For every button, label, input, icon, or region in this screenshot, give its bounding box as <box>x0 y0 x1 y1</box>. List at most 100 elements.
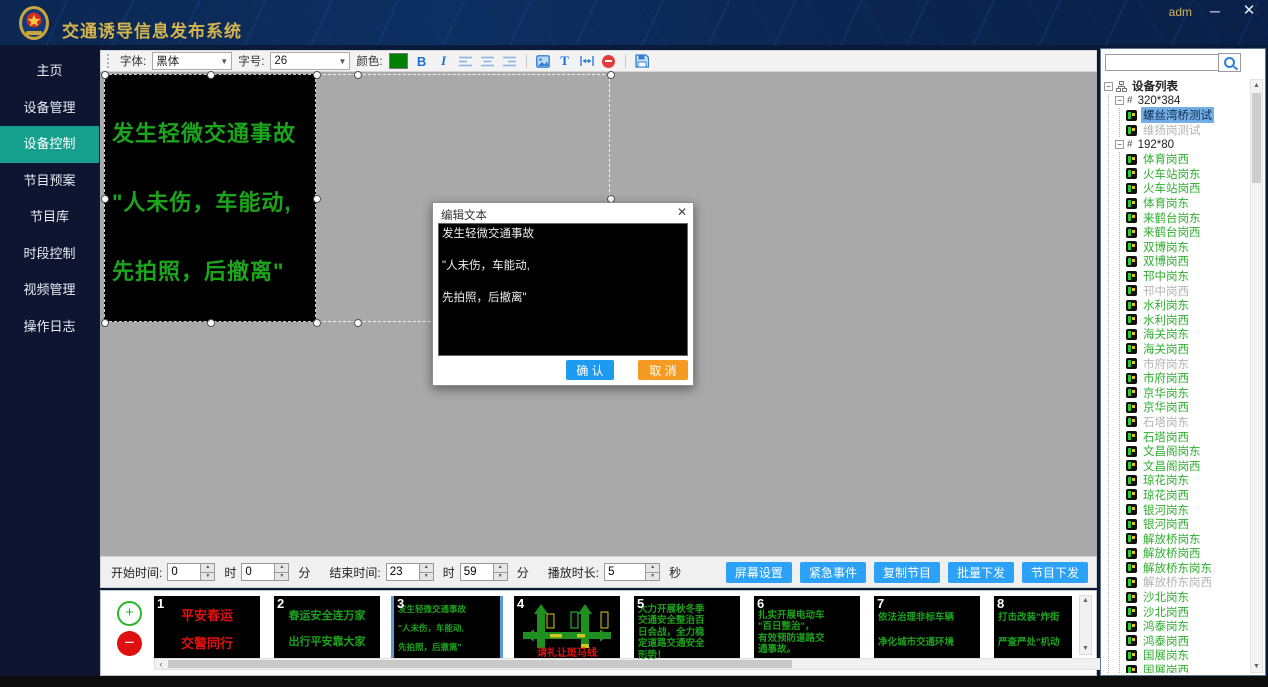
spin-down-icon[interactable]: ▼ <box>420 572 433 581</box>
device-name[interactable]: 沙北岗西 <box>1141 604 1191 620</box>
end-min-input[interactable] <box>460 563 493 581</box>
device-item[interactable]: 来鹤台岗西 <box>1126 225 1248 240</box>
device-item[interactable]: 市府岗西 <box>1126 371 1248 386</box>
minimize-button[interactable]: ─ <box>1204 2 1226 20</box>
device-name[interactable]: 邗中岗西 <box>1141 283 1191 299</box>
device-name[interactable]: 文昌阁岗西 <box>1141 458 1203 474</box>
device-item[interactable]: 银河岗西 <box>1126 517 1248 532</box>
spin-up-icon[interactable]: ▲ <box>494 564 507 572</box>
device-item[interactable]: 体育岗东 <box>1126 196 1248 211</box>
program-thumb-2[interactable]: 2春运安全连万家出行平安靠大家 <box>274 596 380 660</box>
tree-vscrollbar[interactable]: ▲ ▼ <box>1250 79 1263 673</box>
device-name[interactable]: 京华岗西 <box>1141 399 1191 415</box>
device-name[interactable]: 火车站岗东 <box>1141 166 1203 182</box>
device-item[interactable]: 水利岗东 <box>1126 298 1248 313</box>
resize-handle[interactable] <box>313 319 321 327</box>
program-thumb-6[interactable]: 6扎实开展电动车"百日整治"，有效预防道路交通事故。 <box>754 596 860 660</box>
device-name[interactable]: 火车站岗西 <box>1141 180 1203 196</box>
bold-button[interactable]: B <box>414 53 430 69</box>
device-name[interactable]: 螺丝湾桥测试 <box>1141 107 1214 123</box>
resize-handle[interactable] <box>313 71 321 79</box>
spin-up-icon[interactable]: ▲ <box>420 564 433 572</box>
confirm-button[interactable]: 确 认 <box>566 360 614 380</box>
program-thumb-3[interactable]: 3发生轻微交通事故"人未伤，车能动,先拍照，后撤离" <box>394 596 500 660</box>
device-item[interactable]: 火车站岗东 <box>1126 167 1248 182</box>
align-center-icon[interactable] <box>480 53 496 69</box>
spin-up-icon[interactable]: ▲ <box>646 564 659 572</box>
device-name[interactable]: 国展岗西 <box>1141 662 1191 673</box>
resize-handle[interactable] <box>101 71 109 79</box>
device-name[interactable]: 解放桥岗西 <box>1141 545 1203 561</box>
resize-handle[interactable] <box>207 319 215 327</box>
sidebar-item-op-log[interactable]: 操作日志 <box>0 309 99 346</box>
device-item[interactable]: 水利岗西 <box>1126 313 1248 328</box>
device-name[interactable]: 体育岗东 <box>1141 195 1191 211</box>
dialog-close-icon[interactable]: ✕ <box>677 205 687 219</box>
spin-up-icon[interactable]: ▲ <box>201 564 214 572</box>
scroll-left-icon[interactable]: ‹ <box>155 659 167 669</box>
device-item[interactable]: 鸿泰岗东 <box>1126 619 1248 634</box>
spin-down-icon[interactable]: ▼ <box>494 572 507 581</box>
device-item[interactable]: 银河岗东 <box>1126 502 1248 517</box>
device-item[interactable]: 京华岗东 <box>1126 385 1248 400</box>
sidebar-item-device-ctrl[interactable]: 设备控制 <box>0 126 99 163</box>
program-thumb-5[interactable]: 5大力开展秋冬季交通安全整治百日会战，全力稳定道路交通安全形势！ <box>634 596 740 660</box>
device-item[interactable]: 琼花岗东 <box>1126 473 1248 488</box>
device-item[interactable]: 火车站岗西 <box>1126 181 1248 196</box>
scroll-down-icon[interactable]: ▼ <box>1251 661 1262 672</box>
insert-image-icon[interactable] <box>535 53 551 69</box>
device-name[interactable]: 石塔岗西 <box>1141 429 1191 445</box>
device-item[interactable]: 文昌阁岗西 <box>1126 458 1248 473</box>
device-name[interactable]: 水利岗西 <box>1141 312 1191 328</box>
duration-stepper[interactable]: ▲▼ <box>604 563 660 581</box>
resize-handle[interactable] <box>101 319 109 327</box>
spin-down-icon[interactable]: ▼ <box>646 572 659 581</box>
sidebar-item-device-mgmt[interactable]: 设备管理 <box>0 90 99 127</box>
device-name[interactable]: 来鹤台岗西 <box>1141 224 1203 240</box>
device-item[interactable]: 市府岗东 <box>1126 356 1248 371</box>
device-item[interactable]: 海关岗西 <box>1126 342 1248 357</box>
device-item[interactable]: 解放桥东岗东 <box>1126 561 1248 576</box>
program-thumb-8[interactable]: 8打击改装"炸街严查严处"机动 <box>994 596 1072 660</box>
device-name[interactable]: 银河岗东 <box>1141 502 1191 518</box>
device-name[interactable]: 海关岗东 <box>1141 326 1191 342</box>
device-name[interactable]: 琼花岗西 <box>1141 487 1191 503</box>
sidebar-item-video-mgmt[interactable]: 视频管理 <box>0 272 99 309</box>
close-button[interactable]: ✕ <box>1238 2 1260 20</box>
action-button-4[interactable]: 节目下发 <box>1022 562 1088 583</box>
device-name[interactable]: 双博岗东 <box>1141 239 1191 255</box>
tree-group-0[interactable]: −#320*384 <box>1115 94 1248 109</box>
resize-handle[interactable] <box>101 195 109 203</box>
resize-handle[interactable] <box>313 195 321 203</box>
start-hour-input[interactable] <box>167 563 200 581</box>
device-item[interactable]: 沙北岗西 <box>1126 604 1248 619</box>
device-name[interactable]: 维扬岗测试 <box>1141 122 1203 138</box>
scroll-up-icon[interactable]: ▲ <box>1251 80 1262 91</box>
italic-button[interactable]: I <box>436 53 452 69</box>
program-thumb-1[interactable]: 1平安春运交警同行 <box>154 596 260 660</box>
device-item[interactable]: 螺丝湾桥测试 <box>1126 108 1248 123</box>
device-search-input[interactable] <box>1105 54 1236 71</box>
resize-handle[interactable] <box>607 71 615 79</box>
device-item[interactable]: 国展岗东 <box>1126 648 1248 663</box>
device-name[interactable]: 石塔岗东 <box>1141 414 1191 430</box>
add-program-button[interactable]: + <box>117 601 142 626</box>
sidebar-item-program-lib[interactable]: 节目库 <box>0 199 99 236</box>
action-button-3[interactable]: 批量下发 <box>948 562 1014 583</box>
sidebar-item-home[interactable]: 主页 <box>0 53 99 90</box>
device-item[interactable]: 海关岗东 <box>1126 327 1248 342</box>
device-item[interactable]: 石塔岗西 <box>1126 429 1248 444</box>
device-item[interactable]: 琼花岗西 <box>1126 488 1248 503</box>
device-item[interactable]: 体育岗西 <box>1126 152 1248 167</box>
hscroll-thumb[interactable] <box>168 660 792 668</box>
spin-down-icon[interactable]: ▼ <box>201 572 214 581</box>
device-name[interactable]: 解放桥岗东 <box>1141 531 1203 547</box>
device-item[interactable]: 京华岗西 <box>1126 400 1248 415</box>
device-name[interactable]: 邗中岗东 <box>1141 268 1191 284</box>
device-item[interactable]: 双博岗东 <box>1126 240 1248 255</box>
tree-expander-icon[interactable]: − <box>1104 82 1113 91</box>
device-name[interactable]: 市府岗西 <box>1141 370 1191 386</box>
device-name[interactable]: 体育岗西 <box>1141 151 1191 167</box>
device-item[interactable]: 文昌阁岗东 <box>1126 444 1248 459</box>
spin-up-icon[interactable]: ▲ <box>275 564 288 572</box>
